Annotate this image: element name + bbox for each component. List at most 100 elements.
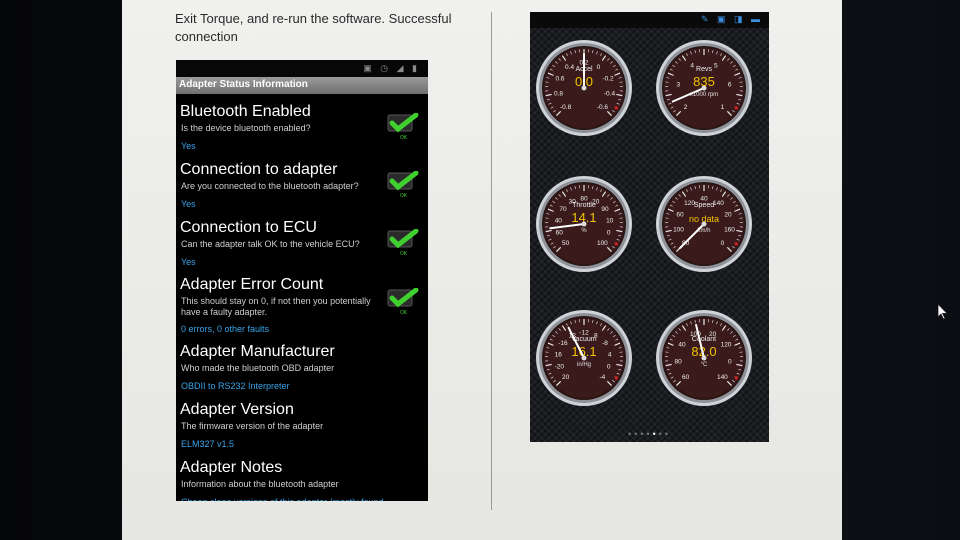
gauge-tick-label: -0.2: [602, 76, 614, 83]
gauge-tick-label: 80: [675, 358, 683, 365]
gauge-dial: -0.80.80.60.40.20-0.2-0.4-0.6Accel0.0: [536, 40, 632, 136]
gauge-tick-label: 4: [608, 351, 612, 358]
gauge-tick-label: 100: [673, 227, 684, 234]
adapter-status-title: Adapter Status Information: [179, 79, 308, 90]
status-item-value: Yes: [181, 141, 196, 151]
gauge-dial: 20-2016-1612-128-840-4Vacuum16.1in/Hg: [536, 310, 632, 406]
android-status-bar: ✎ ▣ ◨ ▬: [530, 12, 769, 28]
gauge-tick-label: 5: [714, 62, 718, 69]
gauge-tick-label: 0: [607, 364, 611, 371]
gauge-redline: [614, 242, 619, 246]
gauge-tick-label: 16: [555, 351, 563, 358]
gauge-hub: [701, 355, 707, 361]
gauge-hub: [701, 221, 707, 227]
svg-text:OK: OK: [400, 310, 408, 316]
mouse-cursor-icon: [937, 303, 948, 325]
gauge-hub: [581, 355, 587, 361]
gauge-tick-label: 1: [721, 104, 725, 111]
gauge-tick-label: 0.8: [554, 91, 563, 98]
gauge-redline: [734, 106, 739, 110]
gauge-redline: [734, 242, 739, 246]
status-item-description: The firmware version of the adapter: [181, 421, 324, 431]
gauge-unit: in/Hg: [577, 362, 591, 368]
status-item-value: ELM327 v1.5: [181, 439, 235, 449]
gauge-tick-label: -20: [555, 364, 565, 371]
status-icons: ▣ ◷ ◢ ▮: [363, 63, 420, 73]
gauge-tick-label: 3: [677, 81, 681, 88]
gauge-dashboard-screenshot: ✎ ▣ ◨ ▬ -0.80.80.60.40.20-0.2-0.4-0.6Acc…: [530, 12, 769, 442]
gauge-dial: 801006012040140201600Speedno datakm/h: [656, 176, 752, 272]
gauge-tick-label: 60: [676, 212, 684, 219]
gauge-tick-label: 6: [728, 81, 732, 88]
gauge-tick-label: 0.4: [565, 64, 574, 71]
gauge-redline: [734, 376, 739, 380]
gauge-revs[interactable]: 2 3 4 5 6 1 Revs 835 x1000 rpm: [654, 38, 754, 138]
checkmark-icon: OK: [386, 288, 420, 316]
gauge-tick-label: -16: [558, 340, 568, 347]
gauge-label: Throttle: [572, 202, 596, 209]
gauge-throttle[interactable]: 50 60 40 70 30 80 20 90 10 0 100 Throttle 14.1%: [534, 174, 634, 274]
gauge-speed[interactable]: 801006012040140201600Speedno datakm/h: [654, 174, 754, 274]
status-item[interactable]: Adapter Manufacturer Who made the bluetoo…: [176, 343, 428, 399]
gauge-tick-label: 10: [606, 217, 614, 224]
gauge-label: Coolant: [692, 336, 716, 343]
gauge-tick-label: -4: [599, 374, 605, 381]
adapter-status-screenshot: ▣ ◷ ◢ ▮ Adapter Status Information Bluet…: [176, 60, 428, 501]
adapter-status-header: Adapter Status Information: [176, 77, 428, 94]
status-item-title: Adapter Notes: [180, 459, 283, 476]
gauge-redline: [614, 106, 619, 110]
status-item[interactable]: Connection to adapter Are you connected t…: [176, 161, 428, 217]
gauge-dial: 608040100 201200140Coolant82.0°C: [656, 310, 752, 406]
status-icons: ✎ ▣ ◨ ▬: [700, 14, 763, 24]
gauge-tick-label: -0.6: [597, 104, 609, 111]
page-indicator[interactable]: •••••••: [530, 429, 769, 439]
gauge-tick-label: 140: [717, 374, 728, 381]
gauge-vacuum[interactable]: 20-2016-1612-128-840-4Vacuum16.1in/Hg: [534, 308, 634, 408]
gauge-hub: [581, 85, 587, 91]
status-item[interactable]: Adapter Notes Information about the bluet…: [176, 459, 428, 501]
status-item-description: Information about the bluetooth adapter: [181, 479, 339, 489]
gauge-tick-label: -0.8: [560, 104, 572, 111]
gauge-dial: 234 561Revs835x1000 rpm: [656, 40, 752, 136]
status-item-title: Adapter Version: [180, 401, 294, 418]
gauge-tick-label: -0.4: [604, 91, 616, 98]
gauge-tick-label: 0: [728, 358, 732, 365]
gauge-label: Speed: [694, 202, 714, 209]
gauge-tick-label: 0.6: [555, 76, 564, 83]
gauge-accel[interactable]: -0.80.80.60.40.20-0.2-0.4-0.6Accel0.0: [534, 38, 634, 138]
gauge-tick-label: 0: [721, 240, 725, 247]
gauge-tick-label: 120: [721, 342, 732, 349]
gauge-tick-label: 20: [562, 374, 570, 381]
gauge-unit: %: [581, 228, 587, 234]
checkmark-icon: OK: [386, 171, 420, 199]
status-item-title: Bluetooth Enabled: [180, 103, 311, 120]
gauge-tick-label: 60: [556, 230, 564, 237]
status-item-description: This should stay on 0, if not then you p…: [181, 296, 371, 317]
svg-text:OK: OK: [400, 251, 408, 257]
status-item-description: Are you connected to the bluetooth adapt…: [181, 181, 359, 191]
gauge-coolant[interactable]: 60 80 40 100 20 120 0 140 Coolant 82.0 °C: [654, 308, 754, 408]
gauge-tick-label: 50: [562, 240, 570, 247]
status-item-value: OBDII to RS232 Interpreter: [181, 381, 290, 391]
gauge-tick-label: 60: [682, 374, 690, 381]
status-item-value: 0 errors, 0 other faults: [181, 324, 270, 334]
gauge-tick-label: 160: [724, 227, 735, 234]
status-item[interactable]: Adapter Error Count This should stay on 0…: [176, 276, 428, 334]
status-item[interactable]: Connection to ECU Can the adapter talk OK…: [176, 219, 428, 275]
gauge-redline: [614, 376, 619, 380]
status-item-value: Yes: [181, 257, 196, 267]
gauge-tick-label: 70: [559, 206, 567, 213]
status-item-description: Who made the bluetooth OBD adapter: [181, 363, 335, 373]
status-item[interactable]: Adapter Version The firmware version of t…: [176, 401, 428, 457]
intro-text: Exit Torque, and re-run the software. Su…: [175, 11, 452, 44]
gauge-unit: °C: [701, 362, 708, 368]
page-dot[interactable]: •: [665, 429, 671, 439]
checkmark-icon: OK: [386, 113, 420, 141]
column-divider: [491, 12, 492, 510]
status-item-value: Yes: [181, 199, 196, 209]
gauge-tick-label: 4: [690, 62, 694, 69]
gauge-tick-label: -8: [602, 340, 608, 347]
status-item[interactable]: Bluetooth Enabled Is the device bluetooth…: [176, 103, 428, 159]
gauge-tick-label: 100: [597, 240, 608, 247]
status-item-title: Adapter Error Count: [180, 276, 324, 293]
